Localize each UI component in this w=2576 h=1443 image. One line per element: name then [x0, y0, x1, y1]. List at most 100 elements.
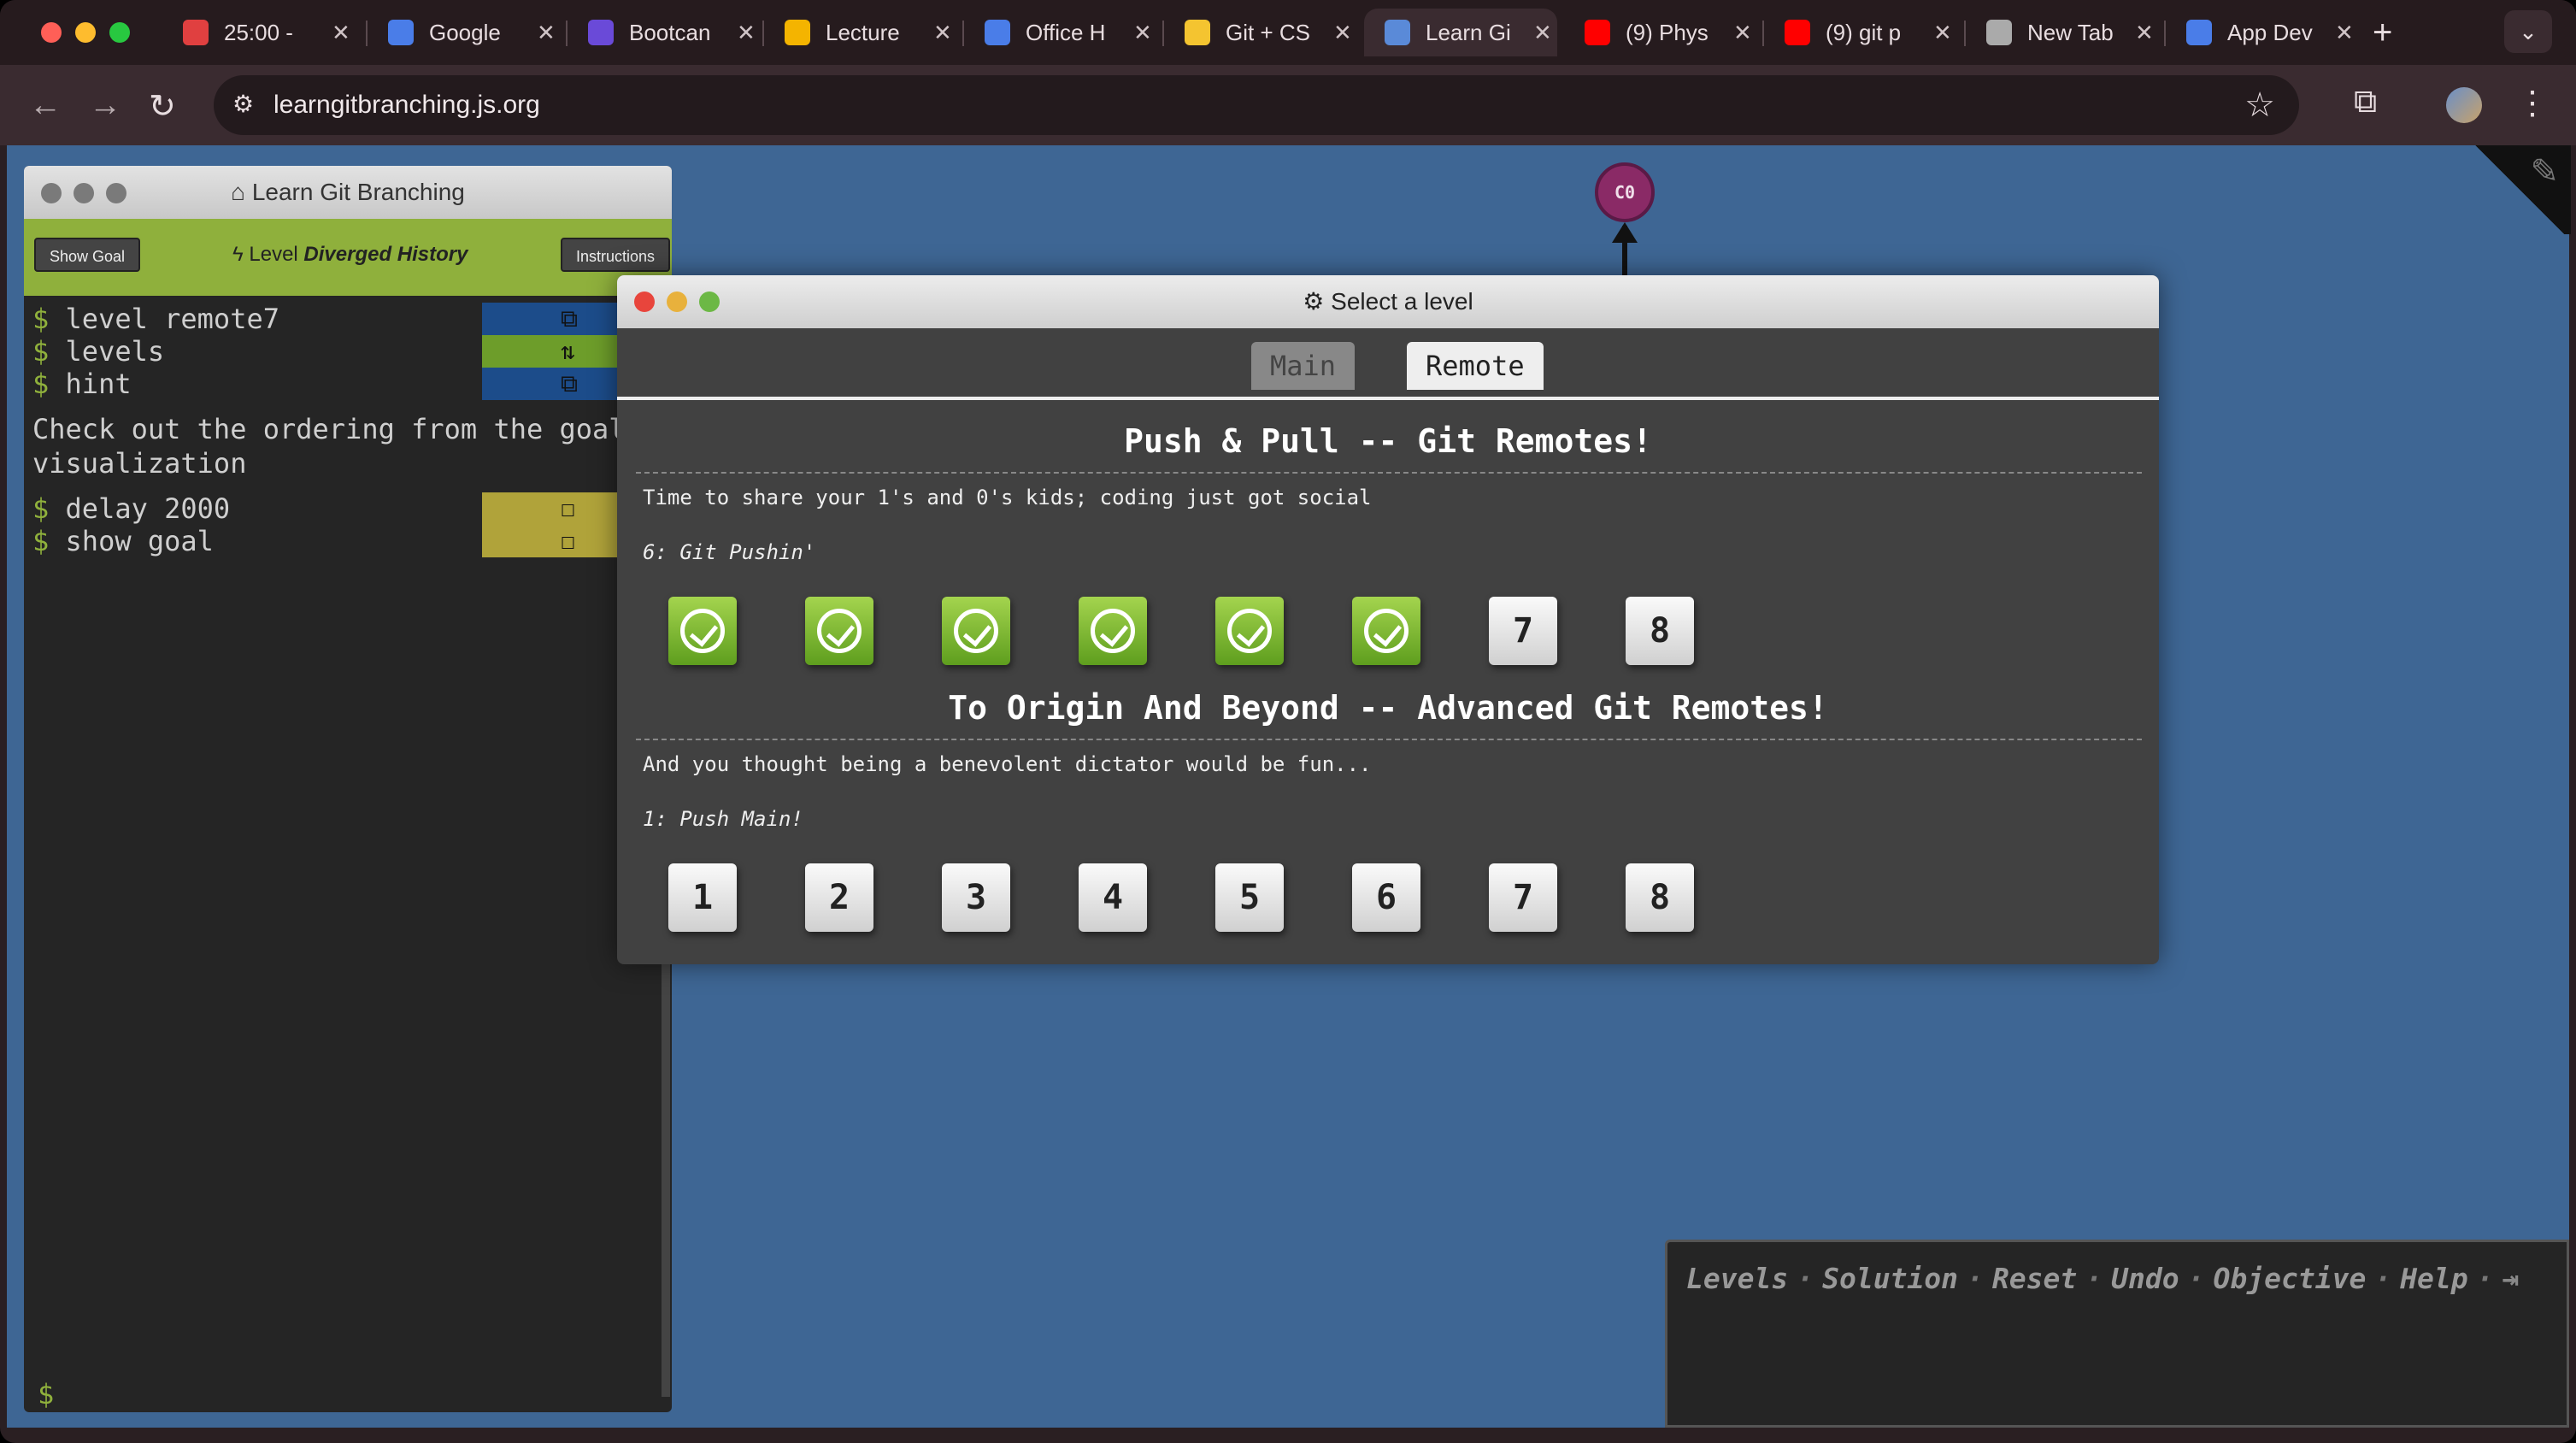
tab-close-icon[interactable]: ✕ [737, 20, 756, 46]
address-bar[interactable]: ⚙ learngitbranching.js.org ☆ [214, 75, 2299, 135]
window-zoom-button[interactable] [109, 22, 130, 43]
level-button[interactable] [942, 597, 1010, 665]
corner-ribbon[interactable]: ✎ [2468, 145, 2571, 234]
browser-tab[interactable]: 25:00 - ✕ [162, 9, 356, 56]
tab-close-icon[interactable]: ✕ [2335, 20, 2354, 46]
level-button[interactable]: 8 [1626, 597, 1694, 665]
tab-close-icon[interactable]: ✕ [332, 20, 350, 46]
browser-tab[interactable]: Learn Gi ✕ [1364, 9, 1557, 56]
level-button[interactable]: 4 [1079, 863, 1147, 932]
site-settings-icon[interactable]: ⚙ [232, 90, 263, 121]
browser-tab[interactable]: Lecture ✕ [764, 9, 957, 56]
modal-minimize-dot[interactable] [667, 292, 687, 312]
helper-link-solution[interactable]: Solution [1822, 1262, 1958, 1295]
favicon-icon [1185, 20, 1210, 45]
tab-close-icon[interactable]: ✕ [1533, 20, 1552, 46]
level-button[interactable]: 7 [1489, 863, 1557, 932]
modal-title: Select a level [1331, 288, 1473, 315]
terminal-close-dot[interactable] [41, 183, 62, 203]
browser-tab[interactable]: New Tab ✕ [1966, 9, 2159, 56]
browser-tab[interactable]: App Dev ✕ [2166, 9, 2359, 56]
new-tab-button[interactable]: + [2373, 14, 2392, 52]
browser-tab[interactable]: Bootcan ✕ [568, 9, 761, 56]
extensions-icon[interactable]: ⧉ [2354, 84, 2377, 121]
forward-button[interactable]: → [89, 87, 121, 124]
sequence-tabs: Main Remote [617, 328, 2159, 400]
window-close-button[interactable] [41, 22, 62, 43]
tab-close-icon[interactable]: ✕ [1133, 20, 1152, 46]
back-button[interactable]: ← [29, 87, 62, 124]
instructions-button[interactable]: Instructions [561, 238, 671, 272]
modal-close-dot[interactable] [634, 292, 655, 312]
favicon-icon [1785, 20, 1810, 45]
helper-link-reset[interactable]: Reset [1992, 1262, 2077, 1295]
level-button[interactable]: 8 [1626, 863, 1694, 932]
arrow-left-icon: ← [29, 87, 62, 123]
tab-title: Bootcan [629, 19, 711, 45]
browser-tab[interactable]: Office H ✕ [964, 9, 1157, 56]
window-minimize-button[interactable] [75, 22, 96, 43]
level-button[interactable]: 5 [1215, 863, 1284, 932]
browser-menu-icon[interactable]: ⋮ [2516, 84, 2549, 122]
command-text: show goal [65, 525, 214, 557]
level-button[interactable]: 3 [942, 863, 1010, 932]
browser-tab[interactable]: Google ✕ [368, 9, 561, 56]
browser-tab[interactable]: (9) Phys ✕ [1564, 9, 1757, 56]
tab-main[interactable]: Main [1251, 342, 1356, 390]
exit-icon[interactable]: ⇥ [2502, 1262, 2520, 1295]
tab-close-icon[interactable]: ✕ [2135, 20, 2154, 46]
tab-remote[interactable]: Remote [1407, 342, 1544, 390]
tab-close-icon[interactable]: ✕ [1333, 20, 1352, 46]
bookmark-star-icon[interactable]: ☆ [2244, 85, 2275, 125]
level-button[interactable] [1079, 597, 1147, 665]
level-button[interactable] [668, 597, 737, 665]
tab-close-icon[interactable]: ✕ [537, 20, 556, 46]
commit-node[interactable]: C0 [1595, 162, 1655, 222]
tab-title: (9) git p [1826, 19, 1902, 45]
profile-avatar[interactable] [2446, 87, 2482, 123]
modal-title-bar: ⚙ Select a level [617, 275, 2159, 328]
sequence-description: And you thought being a benevolent dicta… [643, 752, 1372, 776]
show-goal-button[interactable]: Show Goal [34, 238, 141, 272]
command-text: level remote7 [65, 303, 279, 335]
modal-zoom-dot[interactable] [699, 292, 720, 312]
level-button[interactable] [1215, 597, 1284, 665]
status-icon: ⧉ [561, 304, 578, 333]
level-button[interactable]: 1 [668, 863, 737, 932]
level-button[interactable]: 6 [1352, 863, 1420, 932]
link-separator: · [1967, 1262, 1984, 1295]
wrench-icon: ✎ [2530, 153, 2559, 191]
terminal-zoom-dot[interactable] [106, 183, 126, 203]
browser-tab[interactable]: (9) git p ✕ [1764, 9, 1957, 56]
tab-separator [566, 21, 568, 46]
helper-link-objective[interactable]: Objective [2214, 1262, 2367, 1295]
level-button[interactable]: 2 [805, 863, 873, 932]
reload-button[interactable]: ↻ [149, 87, 176, 126]
helper-link-help[interactable]: Help [2400, 1262, 2467, 1295]
helper-link-undo[interactable]: Undo [2111, 1262, 2179, 1295]
tab-close-icon[interactable]: ✕ [1733, 20, 1752, 46]
tab-separator [366, 21, 368, 46]
terminal-prompt[interactable]: $ [38, 1378, 54, 1411]
terminal-minimize-dot[interactable] [74, 183, 94, 203]
arrow-right-icon: → [89, 87, 121, 123]
tab-separator [1162, 21, 1164, 46]
browser-tab[interactable]: Git + CS ✕ [1164, 9, 1357, 56]
level-button[interactable] [805, 597, 873, 665]
level-button[interactable] [1352, 597, 1420, 665]
tab-search-button[interactable]: ⌄ [2504, 10, 2552, 53]
tab-close-icon[interactable]: ✕ [1933, 20, 1952, 46]
command-text: delay 2000 [65, 492, 231, 525]
tab-close-icon[interactable]: ✕ [933, 20, 952, 46]
favicon-icon [1385, 20, 1410, 45]
favicon-icon [388, 20, 414, 45]
status-icon: ⇅ [561, 337, 575, 365]
sequence-title: To Origin And Beyond -- Advanced Git Rem… [948, 689, 1828, 727]
helper-link-levels[interactable]: Levels [1686, 1262, 1788, 1295]
level-select-modal: ⚙ Select a level Main Remote Push & Pull… [617, 275, 2159, 964]
url-text[interactable]: learngitbranching.js.org [273, 91, 540, 120]
level-button[interactable]: 7 [1489, 597, 1557, 665]
tab-title: (9) Phys [1626, 19, 1709, 45]
prompt-symbol: $ [32, 303, 50, 335]
helper-links: Levels · Solution · Reset · Undo · Objective · Hel… [1686, 1263, 2550, 1295]
